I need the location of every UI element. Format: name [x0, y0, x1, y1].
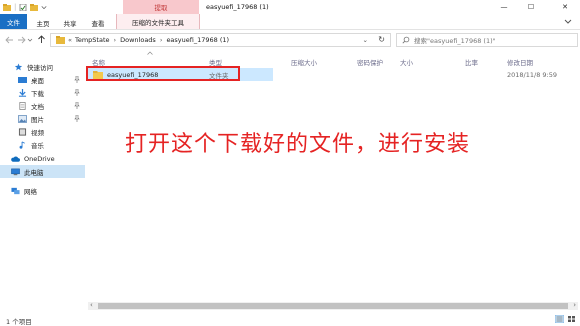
pin-icon — [74, 76, 80, 83]
pin-icon — [74, 115, 80, 122]
scroll-right-icon[interactable]: › — [573, 301, 576, 309]
star-icon — [14, 62, 23, 70]
tab-home[interactable]: 主页 — [33, 17, 53, 28]
arrow-up-icon — [37, 35, 45, 43]
recent-locations-button[interactable] — [27, 34, 33, 45]
large-icons-view-icon[interactable] — [567, 315, 576, 323]
column-header-password-protected[interactable]: 密码保护 — [357, 57, 383, 67]
folder-icon — [56, 36, 65, 44]
chevron-down-icon — [27, 38, 33, 42]
navigation-pane: 快速访问 桌面 下载 文档 图片 视频 音乐 OneDrive 此电脑 网络 — [0, 52, 85, 306]
arrow-right-icon — [17, 36, 26, 43]
folder-icon — [3, 3, 11, 11]
instruction-annotation: 打开这个下载好的文件，进行安装 — [125, 132, 471, 157]
title-bar: | 提取 easyuefi_17968 (1) — ☐ ✕ — [0, 0, 580, 14]
forward-button[interactable] — [16, 34, 26, 45]
path-overflow[interactable]: « — [68, 36, 72, 44]
customize-dropdown-icon[interactable] — [41, 4, 47, 11]
nav-item-label: OneDrive — [24, 154, 55, 163]
address-bar[interactable]: « TempState › Downloads › easyuefi_17968… — [50, 33, 391, 47]
minimize-button[interactable]: — — [491, 0, 517, 14]
details-view-icon[interactable] — [555, 315, 564, 323]
nav-item-label: 此电脑 — [24, 168, 44, 177]
close-button[interactable]: ✕ — [552, 0, 578, 14]
checkmark-properties-icon[interactable] — [19, 3, 27, 11]
nav-item-music[interactable]: 音乐 — [0, 138, 85, 151]
nav-item-this-pc[interactable]: 此电脑 — [0, 165, 85, 178]
ribbon-tabs: 文件 主页 共享 查看 压缩的文件夹工具 — [0, 14, 580, 30]
breadcrumb-separator: › — [113, 36, 117, 44]
nav-item-label: 音乐 — [31, 141, 44, 150]
back-button[interactable] — [4, 34, 14, 45]
column-header-modified-date[interactable]: 修改日期 — [507, 57, 533, 67]
tab-compressed-folder-tools[interactable]: 压缩的文件夹工具 — [116, 14, 200, 29]
scrollbar-thumb[interactable] — [98, 303, 568, 309]
computer-icon — [11, 168, 20, 175]
tab-file[interactable]: 文件 — [0, 14, 27, 29]
file-modified-date: 2018/11/8 9:59 — [507, 71, 557, 79]
download-icon — [18, 88, 27, 97]
pin-icon — [74, 89, 80, 96]
horizontal-scrollbar[interactable]: ‹ › — [88, 301, 578, 310]
highlight-box — [86, 66, 240, 81]
search-box[interactable]: 搜索"easyuefi_17968 (1)" — [396, 33, 578, 47]
nav-item-network[interactable]: 网络 — [0, 184, 85, 197]
nav-item-videos[interactable]: 视频 — [0, 125, 85, 138]
context-tab-header: 提取 — [123, 0, 199, 14]
nav-item-label: 网络 — [24, 187, 37, 196]
nav-item-label: 图片 — [31, 115, 44, 124]
chevron-down-icon[interactable] — [564, 17, 572, 25]
nav-item-desktop[interactable]: 桌面 — [0, 73, 85, 86]
search-icon — [402, 36, 410, 44]
video-icon — [18, 127, 27, 136]
status-bar: 1 个项目 — [0, 312, 580, 326]
quick-access-toolbar: | — [3, 2, 47, 12]
nav-item-downloads[interactable]: 下载 — [0, 86, 85, 99]
address-row: « TempState › Downloads › easyuefi_17968… — [0, 30, 580, 50]
column-header-ratio[interactable]: 比率 — [465, 57, 478, 67]
nav-item-label: 文档 — [31, 102, 44, 111]
nav-item-documents[interactable]: 文档 — [0, 99, 85, 112]
nav-item-onedrive[interactable]: OneDrive — [0, 152, 85, 165]
tab-view[interactable]: 查看 — [88, 17, 108, 28]
pin-icon — [74, 102, 80, 109]
breadcrumb-separator: › — [159, 36, 163, 44]
separator: | — [14, 3, 17, 11]
window-title: easyuefi_17968 (1) — [206, 3, 269, 11]
nav-item-label: 下载 — [31, 89, 44, 98]
item-count: 1 个项目 — [6, 318, 32, 326]
sort-ascending-icon — [147, 51, 153, 55]
nav-item-quick-access[interactable]: 快速访问 — [0, 60, 85, 73]
maximize-button[interactable]: ☐ — [518, 0, 544, 14]
breadcrumb-current-folder[interactable]: easyuefi_17968 (1) — [166, 36, 229, 44]
arrow-left-icon — [4, 36, 13, 43]
nav-item-label: 快速访问 — [27, 63, 53, 72]
tab-share[interactable]: 共享 — [60, 17, 80, 28]
up-button[interactable] — [36, 34, 46, 45]
breadcrumb-tempstate[interactable]: TempState — [75, 36, 110, 44]
breadcrumb-downloads[interactable]: Downloads — [120, 36, 156, 44]
nav-item-label: 桌面 — [31, 76, 44, 85]
search-placeholder: 搜索"easyuefi_17968 (1)" — [414, 37, 496, 45]
scroll-left-icon[interactable]: ‹ — [90, 301, 93, 309]
desktop-icon — [18, 76, 27, 83]
network-icon — [11, 187, 20, 194]
cloud-icon — [11, 155, 20, 162]
document-icon — [19, 101, 26, 110]
music-icon — [19, 140, 25, 149]
refresh-icon[interactable]: ↻ — [378, 35, 385, 44]
column-header-compressed-size[interactable]: 压缩大小 — [291, 57, 317, 67]
address-dropdown-chevron-icon[interactable]: ⌄ — [363, 36, 368, 44]
nav-item-pictures[interactable]: 图片 — [0, 112, 85, 125]
column-header-size[interactable]: 大小 — [400, 57, 413, 67]
picture-icon — [18, 114, 27, 123]
nav-item-label: 视频 — [31, 128, 44, 137]
new-folder-icon[interactable] — [30, 3, 39, 11]
